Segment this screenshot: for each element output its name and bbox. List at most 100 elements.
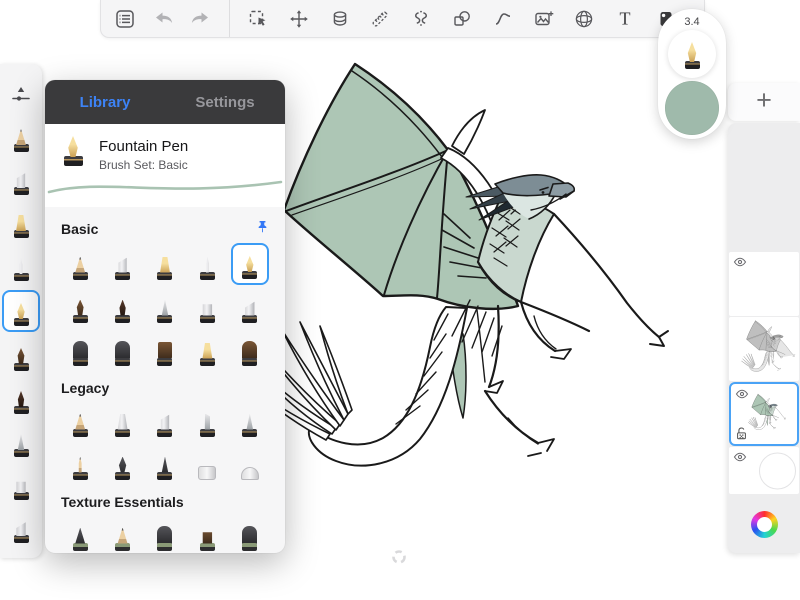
brush-pencil[interactable]	[9, 122, 33, 152]
brush-cell-small-brush[interactable]	[145, 443, 185, 486]
brush-ink-block[interactable]	[238, 336, 262, 366]
brush-cell-airbrush-metal[interactable]	[103, 400, 143, 443]
symmetry-icon[interactable]	[409, 7, 433, 31]
brush-fine-pen[interactable]	[238, 407, 262, 437]
brush-fineliner[interactable]	[9, 251, 33, 281]
current-brush-button[interactable]	[668, 30, 716, 78]
brush-cell-texture-cyl[interactable]	[230, 514, 270, 553]
color-wheel-button[interactable]	[751, 511, 778, 538]
brush-texture-spike[interactable]	[68, 521, 92, 551]
brush-marker-legacy[interactable]	[153, 407, 177, 437]
tool-airbrush[interactable]	[4, 423, 38, 461]
tab-settings[interactable]: Settings	[165, 80, 285, 124]
brush-cell-texture-spike[interactable]	[60, 514, 100, 553]
tool-fountain-pen[interactable]	[2, 290, 40, 332]
color-swatch[interactable]	[665, 81, 719, 135]
tool-flat-marker[interactable]	[4, 466, 38, 504]
brush-angled-marker[interactable]	[9, 513, 33, 543]
draw-assist-icon[interactable]	[368, 7, 392, 31]
perspective-icon[interactable]	[572, 7, 596, 31]
layer-layer-empty[interactable]	[729, 252, 799, 316]
brush-chisel-marker[interactable]	[9, 165, 33, 195]
brush-fountain-pen[interactable]	[238, 249, 262, 279]
brush-blunt-tip[interactable]	[153, 336, 177, 366]
background-color-swatch[interactable]	[759, 452, 796, 489]
shapes-icon[interactable]	[450, 7, 474, 31]
brush-flat-marker[interactable]	[9, 470, 33, 500]
brush-eraser-flat[interactable]	[195, 450, 219, 480]
layer-layer-color[interactable]	[729, 382, 799, 446]
tool-fineliner[interactable]	[4, 247, 38, 285]
brush-chisel-marker[interactable]	[111, 250, 135, 280]
brush-airbrush[interactable]	[9, 427, 33, 457]
brush-cell-fine-pen[interactable]	[230, 400, 270, 443]
tool-ink-brush[interactable]	[4, 380, 38, 418]
brush-cell-fountain-pen[interactable]	[231, 243, 269, 285]
brush-cell-flat-marker[interactable]	[187, 286, 227, 329]
brush-cell-texture-block[interactable]	[145, 514, 185, 553]
tab-library[interactable]: Library	[45, 80, 165, 124]
brush-cell-blade[interactable]	[187, 400, 227, 443]
brush-cell-paintbrush[interactable]	[60, 286, 100, 329]
brush-cell-round-soft[interactable]	[103, 329, 143, 372]
tool-paintbrush[interactable]	[4, 337, 38, 375]
tool-size-slider[interactable]	[4, 75, 38, 113]
brush-cell-round-hard[interactable]	[60, 329, 100, 372]
eye-icon[interactable]	[733, 255, 747, 269]
brush-cell-chisel-marker[interactable]	[103, 243, 143, 286]
brush-cell-liner[interactable]	[60, 443, 100, 486]
brush-cell-pencil[interactable]	[60, 243, 100, 286]
brush-cell-round-marker[interactable]	[145, 243, 185, 286]
brush-cell-blunt-tip[interactable]	[145, 329, 185, 372]
eye-icon[interactable]	[733, 450, 747, 464]
layer-layer-sketch[interactable]	[729, 317, 799, 381]
menu-icon[interactable]	[113, 7, 137, 31]
tool-chisel-marker[interactable]	[4, 161, 38, 199]
brush-cell-eraser-flat[interactable]	[187, 443, 227, 486]
brush-fountain-pen[interactable]	[9, 296, 33, 326]
brush-cell-texture-fan[interactable]	[187, 514, 227, 553]
tool-round-marker[interactable]	[4, 204, 38, 242]
brush-round-marker[interactable]	[9, 208, 33, 238]
text-icon[interactable]: T	[613, 7, 637, 31]
brush-cell-eraser-round[interactable]	[230, 443, 270, 486]
brush-pencil[interactable]	[68, 250, 92, 280]
tool-angled-marker[interactable]	[4, 509, 38, 547]
brush-liner[interactable]	[68, 450, 92, 480]
brush-cell-ink-brush[interactable]	[103, 286, 143, 329]
alpha-lock-icon[interactable]	[735, 426, 748, 441]
brush-stub-pen[interactable]	[195, 336, 219, 366]
brush-airbrush[interactable]	[153, 293, 177, 323]
brush-ink-nib[interactable]	[111, 450, 135, 480]
brush-paintbrush[interactable]	[68, 293, 92, 323]
move-icon[interactable]	[287, 7, 311, 31]
brush-cell-ink-block[interactable]	[230, 329, 270, 372]
select-icon[interactable]	[246, 7, 270, 31]
canvas-handle-icon[interactable]	[391, 549, 407, 570]
undo-icon[interactable]	[151, 7, 175, 31]
brush-eraser-round[interactable]	[238, 450, 262, 480]
brush-cell-texture-pencil[interactable]	[103, 514, 143, 553]
brush-angled-marker[interactable]	[238, 293, 262, 323]
brush-flat-marker[interactable]	[195, 293, 219, 323]
brush-ink-brush[interactable]	[9, 384, 33, 414]
insert-image-icon[interactable]	[532, 7, 556, 31]
brush-paintbrush[interactable]	[9, 341, 33, 371]
brush-blade[interactable]	[195, 407, 219, 437]
tool-pencil[interactable]	[4, 118, 38, 156]
brush-texture-pencil[interactable]	[111, 521, 135, 551]
brush-texture-block[interactable]	[153, 521, 177, 551]
brush-pencil-legacy[interactable]	[68, 407, 92, 437]
brush-texture-cyl[interactable]	[238, 521, 262, 551]
brush-round-hard[interactable]	[68, 336, 92, 366]
brush-texture-fan[interactable]	[195, 521, 219, 551]
brush-cell-pencil-legacy[interactable]	[60, 400, 100, 443]
brush-small-brush[interactable]	[153, 450, 177, 480]
brush-ink-brush[interactable]	[111, 293, 135, 323]
brush-cell-ink-nib[interactable]	[103, 443, 143, 486]
brush-cell-marker-legacy[interactable]	[145, 400, 185, 443]
brush-size-label[interactable]: 3.4	[684, 16, 699, 28]
fill-icon[interactable]	[328, 7, 352, 31]
layer-background[interactable]	[729, 447, 799, 494]
brush-round-soft[interactable]	[111, 336, 135, 366]
